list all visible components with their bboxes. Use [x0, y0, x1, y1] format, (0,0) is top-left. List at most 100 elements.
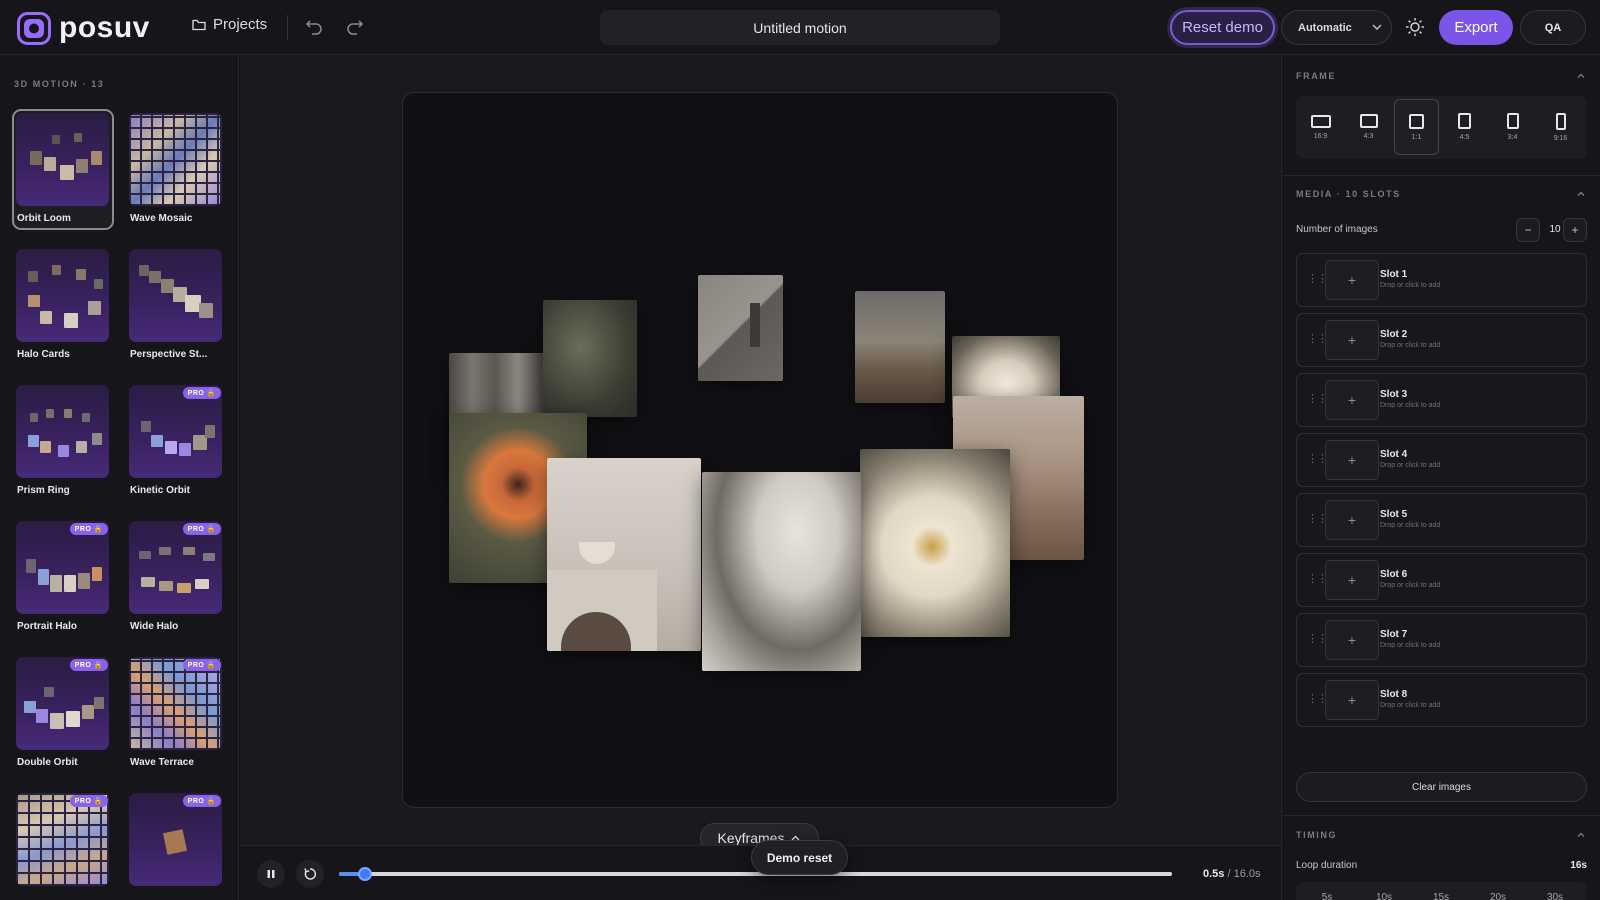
media-slot[interactable]: ⋮⋮ + Slot 7 Drop or click to add [1296, 613, 1587, 667]
slot-hint: Drop or click to add [1380, 402, 1441, 409]
preset-double-orbit[interactable]: PRO 🔒 Double Orbit [12, 653, 114, 774]
timeline-handle[interactable] [357, 867, 372, 881]
drag-handle-icon[interactable]: ⋮⋮ [1307, 632, 1328, 645]
slot-hint: Drop or click to add [1380, 522, 1441, 529]
media-slot-list[interactable]: ⋮⋮ + Slot 1 Drop or click to add ⋮⋮ + Sl… [1296, 253, 1587, 765]
frame-section-header[interactable]: FRAME [1296, 71, 1586, 81]
media-section-header[interactable]: MEDIA · 10 SLOTS [1296, 189, 1586, 199]
drag-handle-icon[interactable]: ⋮⋮ [1307, 692, 1328, 705]
chevron-up-icon [1577, 191, 1585, 196]
slot-name: Slot 4 [1380, 449, 1408, 460]
slot-add-button[interactable]: + [1325, 680, 1379, 720]
drag-handle-icon[interactable]: ⋮⋮ [1307, 572, 1328, 585]
projects-button[interactable]: Projects [192, 16, 267, 33]
media-slot[interactable]: ⋮⋮ + Slot 8 Drop or click to add [1296, 673, 1587, 727]
toast-notification: Demo reset [751, 840, 848, 875]
preset-prism-ring[interactable]: Prism Ring [12, 381, 114, 502]
pause-button[interactable] [257, 860, 285, 888]
qa-button[interactable]: QA [1520, 10, 1586, 45]
slot-add-button[interactable]: + [1325, 560, 1379, 600]
ratio-4-3[interactable]: 4:3 [1346, 99, 1391, 155]
slot-add-button[interactable]: + [1325, 380, 1379, 420]
restart-button[interactable] [296, 860, 324, 888]
media-slot[interactable]: ⋮⋮ + Slot 6 Drop or click to add [1296, 553, 1587, 607]
preset-orbit-loom[interactable]: Orbit Loom [12, 109, 114, 230]
pro-badge: PRO 🔒 [182, 795, 221, 807]
preset-sidebar[interactable]: 3D MOTION · 13 Orbit Loom Wave Mosaic Ha… [0, 55, 239, 900]
media-slot[interactable]: ⋮⋮ + Slot 1 Drop or click to add [1296, 253, 1587, 307]
slot-hint: Drop or click to add [1380, 642, 1441, 649]
slot-name: Slot 7 [1380, 629, 1408, 640]
ratio-4-5[interactable]: 4:5 [1442, 99, 1487, 155]
drag-handle-icon[interactable]: ⋮⋮ [1307, 512, 1328, 525]
preset-halo-cards[interactable]: Halo Cards [12, 245, 114, 366]
preset-portrait-halo[interactable]: PRO 🔒 Portrait Halo [12, 517, 114, 638]
ratio-9-16[interactable]: 9:16 [1538, 99, 1583, 155]
timeline-scrubber[interactable] [339, 867, 1172, 881]
redo-icon[interactable] [346, 17, 364, 35]
decrement-button[interactable]: − [1516, 218, 1540, 242]
pro-badge: PRO 🔒 [69, 795, 108, 807]
drag-handle-icon[interactable]: ⋮⋮ [1307, 452, 1328, 465]
media-slot[interactable]: ⋮⋮ + Slot 4 Drop or click to add [1296, 433, 1587, 487]
export-button[interactable]: Export [1439, 10, 1513, 45]
duration-option[interactable]: 30s [1535, 892, 1575, 900]
photo-olive-leaves [543, 300, 637, 417]
preview-canvas[interactable] [402, 92, 1118, 808]
slot-add-button[interactable]: + [1325, 620, 1379, 660]
preset-mosaic-grid[interactable]: PRO 🔒 [12, 789, 114, 900]
slot-name: Slot 3 [1380, 389, 1408, 400]
media-slot[interactable]: ⋮⋮ + Slot 5 Drop or click to add [1296, 493, 1587, 547]
document-title[interactable]: Untitled motion [600, 10, 1000, 45]
ratio-16-9[interactable]: 16:9 [1298, 99, 1343, 155]
sun-icon[interactable] [1405, 17, 1425, 37]
drag-handle-icon[interactable]: ⋮⋮ [1307, 272, 1328, 285]
quality-select[interactable]: Automatic [1281, 10, 1392, 45]
total-time: 16.0s [1233, 868, 1261, 880]
drag-handle-icon[interactable]: ⋮⋮ [1307, 332, 1328, 345]
preset-kinetic-orbit[interactable]: PRO 🔒 Kinetic Orbit [125, 381, 227, 502]
settings-panel[interactable]: FRAME 16:9 4:3 1:1 4:5 3:4 9:16 MEDIA · … [1281, 55, 1600, 900]
clear-images-button[interactable]: Clear images [1296, 772, 1587, 802]
preset-perspective-stack[interactable]: Perspective St... [125, 245, 227, 366]
image-count-value: 10 [1549, 224, 1561, 235]
drag-handle-icon[interactable]: ⋮⋮ [1307, 392, 1328, 405]
media-slot[interactable]: ⋮⋮ + Slot 3 Drop or click to add [1296, 373, 1587, 427]
photo-wall-niche [698, 275, 783, 381]
preset-wide-halo[interactable]: PRO 🔒 Wide Halo [125, 517, 227, 638]
slot-add-button[interactable]: + [1325, 320, 1379, 360]
preset-wave-mosaic[interactable]: Wave Mosaic [125, 109, 227, 230]
logo[interactable]: posuv [17, 11, 150, 45]
duration-option[interactable]: 5s [1307, 892, 1347, 900]
preset-single-focus[interactable]: PRO 🔒 [125, 789, 227, 900]
chevron-up-icon [1577, 832, 1585, 837]
slot-add-button[interactable]: + [1325, 440, 1379, 480]
slot-add-button[interactable]: + [1325, 500, 1379, 540]
duration-option[interactable]: 10s [1364, 892, 1404, 900]
duration-option[interactable]: 20s [1478, 892, 1518, 900]
frame-section-title: FRAME [1296, 71, 1336, 81]
pro-badge: PRO 🔒 [69, 659, 108, 671]
preset-wave-terrace[interactable]: PRO 🔒 Wave Terrace [125, 653, 227, 774]
timing-section-header[interactable]: TIMING [1296, 830, 1586, 840]
aspect-ratio-picker: 16:9 4:3 1:1 4:5 3:4 9:16 [1296, 96, 1587, 159]
reset-demo-button[interactable]: Reset demo [1170, 10, 1275, 45]
app-root: posuv Projects Untitled motion Reset dem… [0, 0, 1600, 900]
increment-button[interactable]: + [1563, 218, 1587, 242]
ratio-1-1[interactable]: 1:1 [1394, 99, 1439, 155]
preset-label: Prism Ring [17, 485, 70, 496]
ratio-3-4[interactable]: 3:4 [1490, 99, 1535, 155]
chevron-up-icon [1577, 73, 1585, 78]
duration-option[interactable]: 15s [1421, 892, 1461, 900]
undo-icon[interactable] [305, 17, 323, 35]
slot-add-button[interactable]: + [1325, 260, 1379, 300]
media-slot[interactable]: ⋮⋮ + Slot 2 Drop or click to add [1296, 313, 1587, 367]
ratio-label: 4:3 [1363, 133, 1374, 140]
current-time: 0.5s [1203, 868, 1225, 880]
preset-label: Perspective St... [130, 349, 208, 360]
slot-hint: Drop or click to add [1380, 582, 1441, 589]
chevron-down-icon [1372, 24, 1382, 30]
pro-badge: PRO 🔒 [182, 387, 221, 399]
preset-thumbnail [16, 385, 109, 478]
preset-label: Halo Cards [17, 349, 70, 360]
